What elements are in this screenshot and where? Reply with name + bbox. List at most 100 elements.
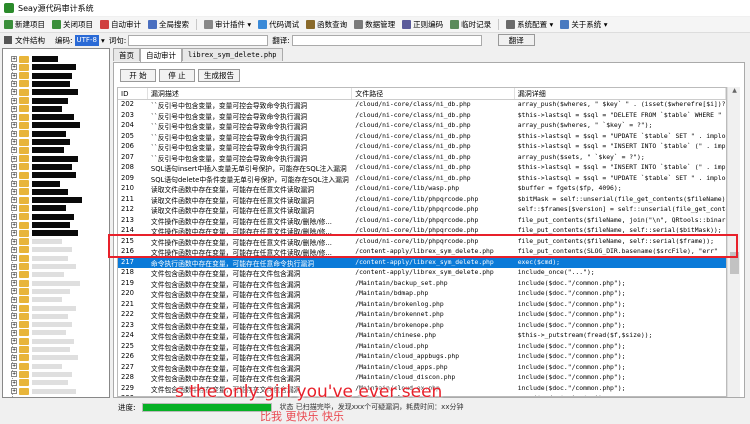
scroll-thumb[interactable]	[730, 252, 739, 274]
tree-node[interactable]: +	[11, 346, 70, 354]
expand-icon[interactable]: +	[11, 338, 17, 345]
table-row[interactable]: 226 文件包含函数中存在变量，可能存在文件包含漏洞/Maintain/cloud…	[118, 352, 726, 363]
file-tree[interactable]: + + + + + + + + + + + + + + + + + + + + + + + + + + + + + + + + + + + + + + + +…	[2, 48, 110, 398]
tree-node[interactable]: +	[11, 387, 76, 395]
table-row[interactable]: 212 读取文件函数中存在变量，可能存在任意文件读取漏洞/cloud/ni-cor…	[118, 205, 726, 216]
table-row[interactable]: 205 ``反引号中包含变量，变量可控会导致命令执行漏洞/cloud/ni-cor…	[118, 132, 726, 143]
table-row[interactable]: 202 ``反引号中包含变量，变量可控会导致命令执行漏洞/cloud/ni-cor…	[118, 100, 726, 111]
tree-node[interactable]: +	[11, 312, 68, 320]
toolbar-button-notes[interactable]: 临时记录	[450, 19, 491, 30]
expand-icon[interactable]: +	[11, 346, 17, 353]
tree-node[interactable]: +	[11, 271, 64, 279]
table-row[interactable]: 224 文件包含函数中存在变量，可能存在文件包含漏洞/Maintain/chine…	[118, 331, 726, 342]
expand-icon[interactable]: +	[11, 255, 17, 262]
expand-icon[interactable]: +	[11, 122, 17, 129]
toolbar-button-plugin[interactable]: 审计插件 ▾	[204, 19, 251, 30]
table-row[interactable]: 220 文件包含函数中存在变量，可能存在文件包含漏洞/Maintain/bdmap…	[118, 289, 726, 300]
expand-icon[interactable]: +	[11, 354, 17, 361]
tree-node[interactable]: +	[11, 362, 62, 370]
toolbar-button-global-search[interactable]: 全局搜索	[148, 19, 189, 30]
expand-icon[interactable]: +	[11, 263, 17, 270]
table-row[interactable]: 219 文件包含函数中存在变量，可能存在文件包含漏洞/Maintain/backu…	[118, 279, 726, 290]
expand-icon[interactable]: +	[11, 271, 17, 278]
tab-librex-sym-delete[interactable]: librex_sym_delete.php	[182, 48, 283, 61]
expand-icon[interactable]: +	[11, 379, 17, 386]
expand-icon[interactable]: +	[11, 147, 17, 154]
vertical-scrollbar[interactable]: ▲	[727, 87, 740, 397]
expand-icon[interactable]: +	[11, 213, 17, 220]
tree-node[interactable]: +	[11, 296, 62, 304]
tree-node[interactable]: +	[11, 55, 58, 63]
expand-icon[interactable]: +	[11, 188, 17, 195]
table-row[interactable]: 204 ``反引号中包含变量，变量可控会导致命令执行漏洞/cloud/ni-cor…	[118, 121, 726, 132]
tree-node[interactable]: +	[11, 171, 76, 179]
tree-node[interactable]: +	[11, 204, 66, 212]
tree-node[interactable]: +	[11, 130, 66, 138]
tree-node[interactable]: +	[11, 221, 70, 229]
tree-node[interactable]: +	[11, 63, 76, 71]
expand-icon[interactable]: +	[11, 321, 17, 328]
expand-icon[interactable]: +	[11, 280, 17, 287]
column-header-id[interactable]: ID	[118, 88, 148, 99]
scroll-up-icon[interactable]: ▲	[728, 87, 741, 97]
tree-node[interactable]: +	[11, 329, 66, 337]
expand-icon[interactable]: +	[11, 97, 17, 104]
tree-node[interactable]: +	[11, 337, 74, 345]
stop-button[interactable]: 停 止	[159, 69, 195, 82]
expand-icon[interactable]: +	[11, 89, 17, 96]
expand-icon[interactable]: +	[11, 296, 17, 303]
expand-icon[interactable]: +	[11, 80, 17, 87]
tree-node[interactable]: +	[11, 121, 80, 129]
tree-node[interactable]: +	[11, 80, 70, 88]
toolbar-button-data-manage[interactable]: 数据管理	[354, 19, 395, 30]
tree-node[interactable]: +	[11, 72, 72, 80]
tree-node[interactable]: +	[11, 254, 68, 262]
table-row[interactable]: 215 文件操作函数中存在变量，可能存在任意文件读取/删除/修... /cloud/…	[118, 237, 726, 248]
tree-node[interactable]: +	[11, 354, 78, 362]
tree-node[interactable]: +	[11, 370, 72, 378]
tree-node[interactable]: +	[11, 246, 72, 254]
table-row[interactable]: 209 SQL语句delete中条件变量无单引号保护，可能存在SQL注入漏洞/cl…	[118, 174, 726, 185]
tree-node[interactable]: +	[11, 321, 72, 329]
tab-home[interactable]: 首页	[113, 48, 140, 61]
expand-icon[interactable]: +	[11, 371, 17, 378]
expand-icon[interactable]: +	[11, 163, 17, 170]
table-row[interactable]: 225 文件包含函数中存在变量，可能存在文件包含漏洞/Maintain/cloud…	[118, 342, 726, 353]
expand-icon[interactable]: +	[11, 56, 17, 62]
tree-node[interactable]: +	[11, 188, 68, 196]
tree-node[interactable]: +	[11, 97, 68, 105]
tree-node[interactable]: +	[11, 279, 80, 287]
start-button[interactable]: 开 始	[120, 69, 156, 82]
expand-icon[interactable]: +	[11, 172, 17, 179]
expand-icon[interactable]: +	[11, 388, 17, 394]
expand-icon[interactable]: +	[11, 72, 17, 79]
tree-node[interactable]: +	[11, 213, 74, 221]
toolbar-button-config[interactable]: 系统配置 ▾	[506, 19, 553, 30]
expand-icon[interactable]: +	[11, 246, 17, 253]
file-structure-label[interactable]: 文件结构	[4, 35, 45, 46]
expand-icon[interactable]: +	[11, 222, 17, 228]
expand-icon[interactable]: +	[11, 305, 17, 311]
tree-node[interactable]: +	[11, 146, 64, 154]
tree-node[interactable]: +	[11, 88, 78, 96]
expand-icon[interactable]: +	[11, 64, 17, 71]
table-row-selected[interactable]: 217 命令执行函数中存在变量，可能存在任意命令执行漏洞/content-appl…	[118, 257, 726, 268]
table-row[interactable]: 222 文件包含函数中存在变量，可能存在文件包含漏洞/Maintain/broke…	[118, 310, 726, 321]
toolbar-button-function-query[interactable]: 函数查询	[306, 19, 347, 30]
expand-icon[interactable]: +	[11, 363, 17, 370]
tree-node[interactable]: +	[11, 105, 62, 113]
tree-node[interactable]: +	[11, 379, 68, 387]
tree-node[interactable]: +	[11, 113, 74, 121]
table-row[interactable]: 223 文件包含函数中存在变量，可能存在文件包含漏洞/Maintain/broke…	[118, 321, 726, 332]
toolbar-button-new-project[interactable]: 新建项目	[4, 19, 45, 30]
table-row[interactable]: 203 ``反引号中包含变量，变量可控会导致命令执行漏洞/cloud/ni-cor…	[118, 111, 726, 122]
expand-icon[interactable]: +	[11, 230, 17, 237]
toolbar-button-debug[interactable]: 代码调试	[258, 19, 299, 30]
expand-icon[interactable]: +	[11, 197, 17, 204]
tree-node[interactable]: +	[11, 229, 78, 237]
tab-auto-audit[interactable]: 自动审计	[140, 48, 182, 62]
toolbar-button-auto-audit[interactable]: 自动审计	[100, 19, 141, 30]
expand-icon[interactable]: +	[11, 288, 17, 295]
column-header-detail[interactable]: 漏洞详细	[515, 88, 726, 99]
table-row[interactable]: 210 读取文件函数中存在变量，可能存在任意文件读取漏洞/cloud/ni-cor…	[118, 184, 726, 195]
